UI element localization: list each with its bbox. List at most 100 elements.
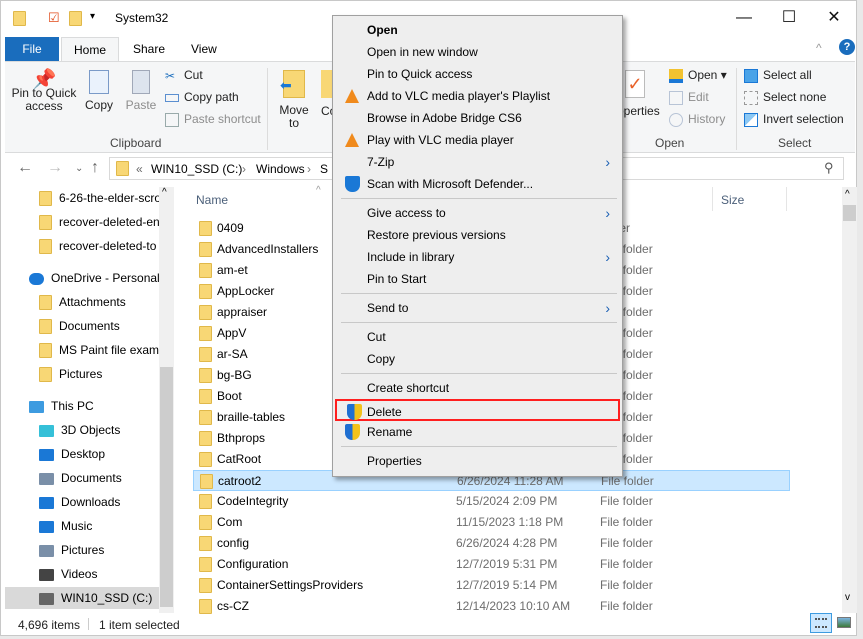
paste-shortcut-button[interactable]: Paste shortcut <box>165 112 261 127</box>
menu-item-pin-to-start[interactable]: Pin to Start <box>335 268 620 290</box>
column-header-size[interactable]: Size <box>721 193 744 207</box>
breadcrumb-windows[interactable]: Windows <box>256 162 305 176</box>
nav-item[interactable]: Documents <box>1 315 161 337</box>
minimize-button[interactable]: — <box>729 7 759 29</box>
copy-path-button[interactable]: Copy path <box>165 90 239 104</box>
select-none-button[interactable]: Select none <box>744 90 826 105</box>
menu-item-properties[interactable]: Properties <box>335 450 620 472</box>
properties-quick-icon[interactable]: ☑ <box>48 10 60 26</box>
folder-icon <box>199 221 212 236</box>
nav-scrollbar[interactable]: ^ <box>159 187 174 613</box>
file-name: 0409 <box>217 221 244 235</box>
menu-item-delete[interactable]: Delete <box>335 399 620 421</box>
folder-icon <box>199 494 212 509</box>
properties-button[interactable]: ✓ operties <box>617 70 660 118</box>
help-icon[interactable]: ? <box>839 39 855 55</box>
history-button[interactable]: History <box>669 112 725 127</box>
cut-button[interactable]: ✂ Cut <box>165 68 203 83</box>
folder-icon <box>39 295 52 311</box>
nav-item[interactable]: Attachments <box>1 291 161 313</box>
menu-item-add-to-vlc-media-player-s-playlist[interactable]: Add to VLC media player's Playlist <box>335 85 620 107</box>
file-row[interactable]: Configuration 12/7/2019 5:31 PM File folde… <box>193 554 790 575</box>
scroll-up-arrow[interactable]: ^ <box>162 187 167 198</box>
overflow-chevron[interactable]: « <box>136 162 143 176</box>
menu-item-pin-to-quick-access[interactable]: Pin to Quick access <box>335 63 620 85</box>
copy-icon <box>89 70 109 94</box>
menu-item-give-access-to[interactable]: Give access to › <box>335 202 620 224</box>
search-icon[interactable]: ⚲ <box>824 160 834 176</box>
edit-button[interactable]: Edit <box>669 90 709 105</box>
scroll-up-arrow[interactable]: ^ <box>845 189 850 200</box>
select-all-button[interactable]: Select all <box>744 68 812 83</box>
forward-button[interactable]: → <box>47 159 63 177</box>
collapse-ribbon-icon[interactable]: ^ <box>816 41 822 55</box>
nav-item[interactable]: This PC <box>1 395 161 417</box>
nav-item[interactable]: Videos <box>1 563 161 585</box>
copy-button[interactable]: Copy <box>83 70 115 112</box>
scroll-down-arrow[interactable]: v <box>845 592 850 603</box>
menu-item-include-in-library[interactable]: Include in library › <box>335 246 620 268</box>
customize-toolbar-icon[interactable]: ▾ <box>90 11 95 22</box>
tab-home[interactable]: Home <box>61 37 120 61</box>
menu-item-browse-in-adobe-bridge-cs6[interactable]: Browse in Adobe Bridge CS6 <box>335 107 620 129</box>
nav-item[interactable]: recover-deleted-en <box>1 211 161 233</box>
nav-item[interactable]: Music <box>1 515 161 537</box>
nav-item[interactable]: Downloads <box>1 491 161 513</box>
nav-item[interactable]: Documents <box>1 467 161 489</box>
pin-quick-access-button[interactable]: 📌 Pin to Quick access <box>9 70 79 113</box>
list-scrollbar[interactable]: ^ v <box>842 187 857 613</box>
menu-item-open[interactable]: Open <box>335 19 620 41</box>
menu-item-7-zip[interactable]: 7-Zip › <box>335 151 620 173</box>
nav-item[interactable]: MS Paint file examp <box>1 339 161 361</box>
nav-item[interactable]: Pictures <box>1 363 161 385</box>
file-row[interactable]: Com 11/15/2023 1:18 PM File folder <box>193 512 790 533</box>
paste-button[interactable]: Paste <box>125 70 157 112</box>
details-view-button[interactable] <box>810 613 832 633</box>
nav-item[interactable]: 3D Objects <box>1 419 161 441</box>
menu-item-label: Send to <box>367 301 409 315</box>
column-header-name[interactable]: Name <box>196 193 228 207</box>
nav-item[interactable]: Desktop <box>1 443 161 465</box>
file-row[interactable]: CodeIntegrity 5/15/2024 2:09 PM File folde… <box>193 491 790 512</box>
open-icon <box>669 68 683 83</box>
history-label: History <box>688 112 726 126</box>
nav-scroll-thumb[interactable] <box>160 367 173 607</box>
open-button[interactable]: Open ▾ <box>669 68 727 83</box>
nav-item[interactable]: WIN10_SSD (C:) <box>5 587 165 609</box>
recent-locations-button[interactable]: ⌄ <box>75 163 83 174</box>
move-to-button[interactable]: ⬅ Move to <box>277 70 311 130</box>
nav-item[interactable]: OneDrive - Personal <box>1 267 161 289</box>
up-button[interactable]: ↑ <box>91 159 99 177</box>
menu-item-play-with-vlc-media-player[interactable]: Play with VLC media player <box>335 129 620 151</box>
list-scroll-thumb[interactable] <box>843 205 856 221</box>
file-row[interactable]: ContainerSettingsProviders 12/7/2019 5:14… <box>193 575 790 596</box>
file-name: Configuration <box>217 557 289 571</box>
large-icons-view-button[interactable] <box>837 617 851 628</box>
menu-item-open-in-new-window[interactable]: Open in new window <box>335 41 620 63</box>
menu-item-send-to[interactable]: Send to › <box>335 297 620 319</box>
file-row[interactable]: config 6/26/2024 4:28 PM File folder <box>193 533 790 554</box>
menu-item-cut[interactable]: Cut <box>335 326 620 348</box>
menu-item-copy[interactable]: Copy <box>335 348 620 370</box>
menu-item-create-shortcut[interactable]: Create shortcut <box>335 377 620 399</box>
breadcrumb-system32[interactable]: S <box>320 162 328 176</box>
tab-view[interactable]: View <box>179 37 229 61</box>
menu-item-rename[interactable]: Rename <box>335 421 620 443</box>
tab-file[interactable]: File <box>5 37 59 61</box>
downloads-icon <box>39 496 54 509</box>
new-folder-quick-icon[interactable] <box>69 11 82 26</box>
nav-item[interactable]: Pictures <box>1 539 161 561</box>
breadcrumb-drive[interactable]: WIN10_SSD (C:) <box>151 162 242 176</box>
nav-item[interactable]: 6-26-the-elder-scro <box>1 187 161 209</box>
menu-item-label: Include in library <box>367 250 455 264</box>
file-name: config <box>217 536 250 550</box>
nav-item[interactable]: recover-deleted-to <box>1 235 161 257</box>
select-none-label: Select none <box>763 90 827 104</box>
back-button[interactable]: ← <box>17 159 33 177</box>
tab-share[interactable]: Share <box>121 37 177 61</box>
menu-item-scan-with-microsoft-defender[interactable]: Scan with Microsoft Defender... <box>335 173 620 195</box>
close-button[interactable]: ✕ <box>819 7 849 29</box>
menu-item-restore-previous-versions[interactable]: Restore previous versions <box>335 224 620 246</box>
invert-selection-button[interactable]: Invert selection <box>744 112 844 127</box>
maximize-button[interactable]: ☐ <box>774 7 804 29</box>
